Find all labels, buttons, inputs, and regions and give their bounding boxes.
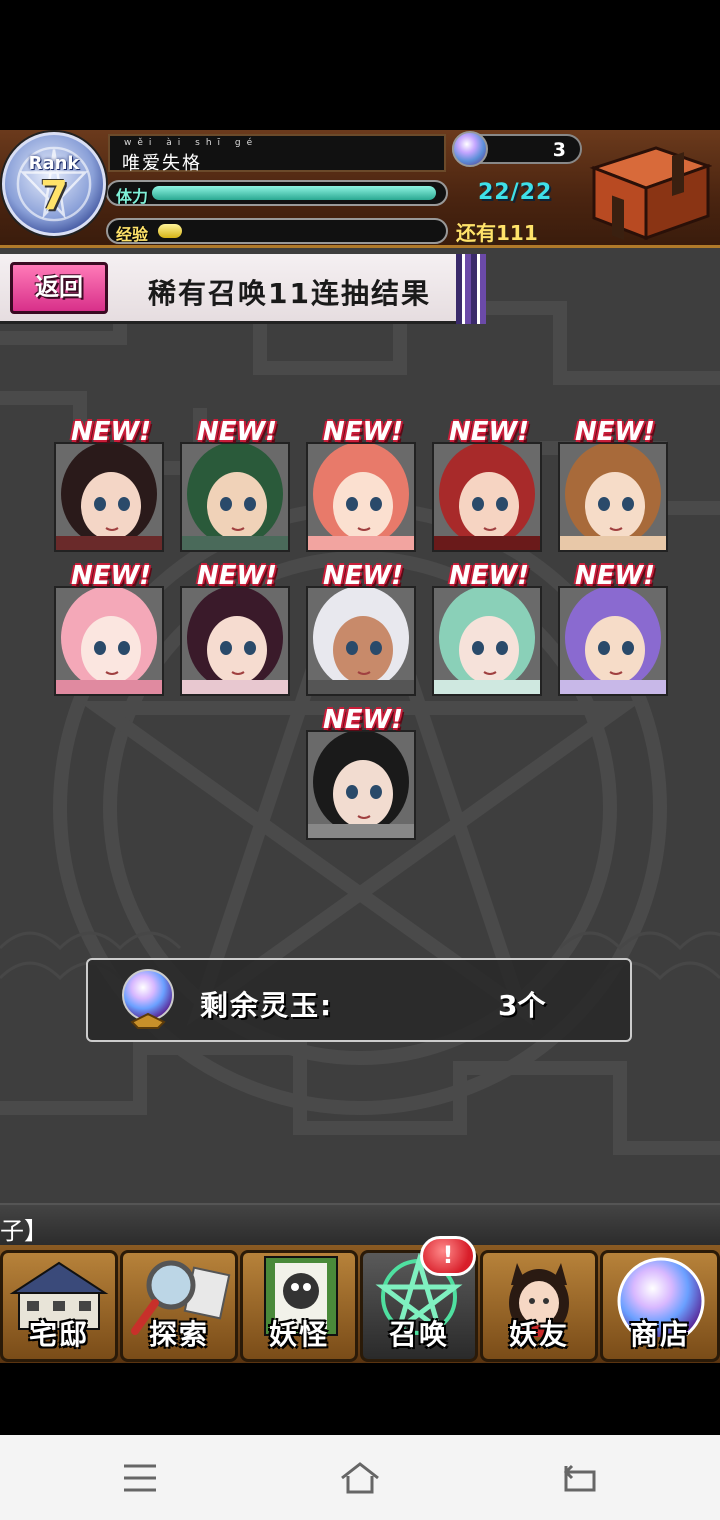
new-badge: NEW! <box>70 417 152 447</box>
remaining-orbs-value: 3个 <box>498 989 546 1022</box>
character-portrait <box>56 444 162 550</box>
stamina-value: 22/22 <box>478 180 553 205</box>
character-portrait <box>182 444 288 550</box>
player-name-ruby: wěi ài shī gé <box>124 138 259 148</box>
new-badge: NEW! <box>574 417 656 447</box>
character-card[interactable] <box>432 442 542 552</box>
player-name-box: wěi ài shī gé 唯爱失格 <box>108 134 446 174</box>
character-card[interactable] <box>306 442 416 552</box>
character-card[interactable] <box>306 586 416 696</box>
home-icon[interactable] <box>338 1456 382 1500</box>
nav-label: 宅邸 <box>28 1318 89 1351</box>
stamina-label: 体力 <box>116 187 149 206</box>
back-icon[interactable] <box>558 1456 602 1500</box>
rank-value: 7 <box>40 173 68 219</box>
new-badge: NEW! <box>322 561 404 591</box>
character-card[interactable] <box>432 586 542 696</box>
nav-label: 妖怪 <box>268 1318 329 1351</box>
exp-remaining: 还有111 <box>456 221 538 245</box>
new-badge: NEW! <box>196 417 278 447</box>
spirit-orb-icon <box>452 131 488 167</box>
back-button[interactable]: 返回 <box>10 262 108 314</box>
orb-count-value: 3 <box>552 139 566 161</box>
status-bar <box>0 0 720 130</box>
spirit-orb-icon <box>122 969 174 1029</box>
stamina-fill <box>152 186 436 200</box>
new-badge: NEW! <box>196 561 278 591</box>
page-title: 稀有召唤11连抽结果 <box>148 277 431 310</box>
nav-label: 妖友 <box>508 1318 569 1351</box>
rank-label: Rank <box>28 153 80 174</box>
character-card[interactable] <box>54 586 164 696</box>
new-badge: NEW! <box>448 561 530 591</box>
character-card[interactable] <box>558 586 668 696</box>
exp-bar: 经验 <box>106 218 448 244</box>
character-portrait <box>308 444 414 550</box>
nav-friends[interactable]: 妖友 <box>480 1250 598 1362</box>
character-card[interactable] <box>558 442 668 552</box>
rank-badge[interactable]: Rank 7 <box>2 132 106 236</box>
chat-ticker[interactable]: 子】 <box>0 1203 720 1245</box>
new-badge: NEW! <box>322 705 404 735</box>
character-portrait <box>182 588 288 694</box>
exp-fill <box>158 224 182 238</box>
nav-label: 召唤 <box>388 1318 449 1351</box>
title-strip-decoration <box>456 254 486 324</box>
character-portrait <box>434 444 540 550</box>
character-card[interactable] <box>180 586 290 696</box>
bottom-spacer <box>0 1363 720 1435</box>
nav-explore[interactable]: 探索 <box>120 1250 238 1362</box>
character-portrait <box>560 444 666 550</box>
character-portrait <box>308 588 414 694</box>
new-badge: NEW! <box>448 417 530 447</box>
nav-mansion[interactable]: 宅邸 <box>0 1250 118 1362</box>
new-badge: NEW! <box>322 417 404 447</box>
character-card[interactable] <box>54 442 164 552</box>
new-badge: NEW! <box>70 561 152 591</box>
nav-label: 商店 <box>629 1318 690 1351</box>
treasure-chest-icon[interactable] <box>586 138 712 242</box>
exp-label: 经验 <box>116 225 149 244</box>
ticker-text: 子】 <box>0 1217 48 1245</box>
menu-icon[interactable] <box>118 1456 162 1500</box>
character-portrait <box>308 732 414 838</box>
notification-badge: ! <box>420 1236 476 1276</box>
character-card[interactable] <box>306 730 416 840</box>
character-portrait <box>560 588 666 694</box>
stamina-bar: 体力 <box>106 180 448 206</box>
character-portrait <box>434 588 540 694</box>
remaining-orbs-label: 剩余灵玉: <box>200 989 334 1022</box>
nav-shop[interactable]: 商店 <box>600 1250 720 1362</box>
new-badge: NEW! <box>574 561 656 591</box>
character-card[interactable] <box>180 442 290 552</box>
player-name: 唯爱失格 <box>122 153 202 174</box>
nav-label: 探索 <box>148 1318 209 1351</box>
character-portrait <box>56 588 162 694</box>
nav-yokai[interactable]: 妖怪 <box>240 1250 358 1362</box>
